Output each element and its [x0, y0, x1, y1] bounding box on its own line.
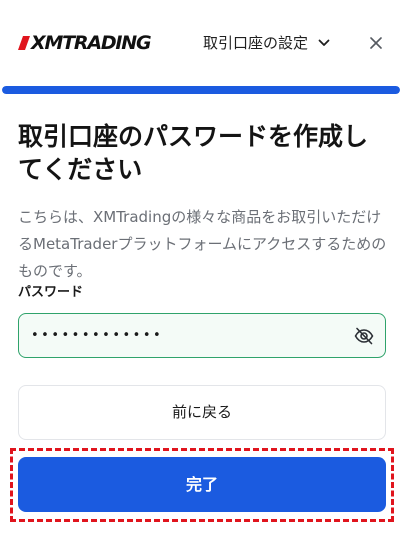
complete-button[interactable]: 完了 — [18, 457, 386, 512]
logo-text: XMTRADING — [31, 32, 152, 54]
page-description: こちらは、XMTradingの様々な商品をお取引いただけるMetaTraderプ… — [18, 208, 387, 280]
password-value[interactable]: ••••••••••••• — [19, 313, 353, 358]
password-field[interactable]: ••••••••••••• — [18, 313, 386, 358]
logo-mark-icon — [18, 36, 30, 50]
account-setup-page: XMTRADING 取引口座の設定 取引口座のパスワードを作成してください こち… — [0, 0, 402, 533]
back-button[interactable]: 前に戻る — [18, 385, 386, 440]
account-settings-label: 取引口座の設定 — [203, 34, 309, 52]
header: XMTRADING 取引口座の設定 — [0, 0, 402, 84]
close-icon[interactable] — [366, 33, 386, 53]
eye-off-icon[interactable] — [353, 325, 375, 347]
progress-bar-fill — [2, 86, 400, 94]
progress-bar — [2, 86, 400, 94]
xmtrading-logo: XMTRADING — [18, 30, 152, 56]
password-label: パスワード — [18, 285, 84, 300]
chevron-down-icon — [318, 39, 330, 46]
page-title: 取引口座のパスワードを作成してください — [18, 122, 369, 184]
account-settings-dropdown[interactable]: 取引口座の設定 — [203, 32, 330, 54]
